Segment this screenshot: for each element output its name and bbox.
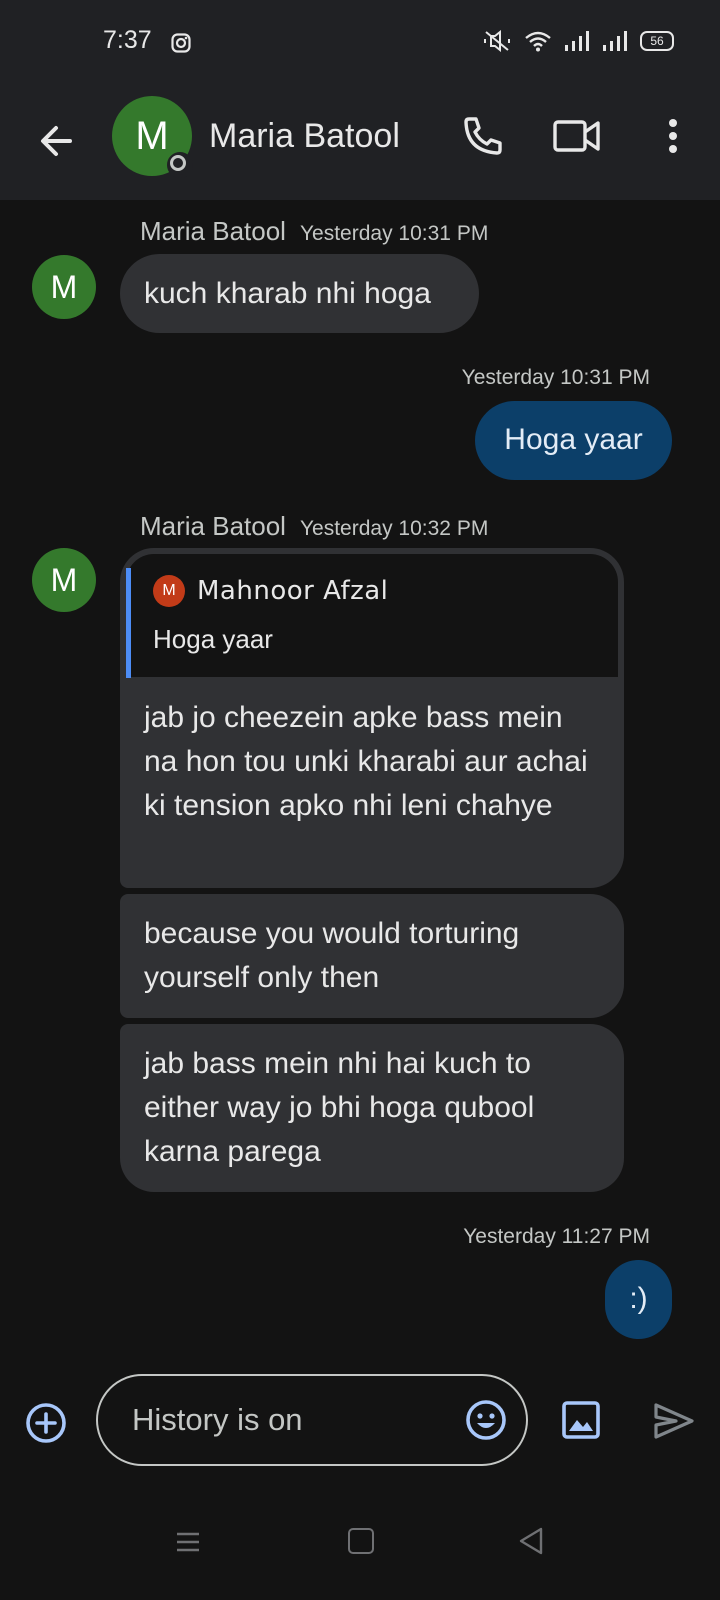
sender-avatar[interactable]: M — [32, 548, 96, 612]
system-nav-bar — [0, 1490, 720, 1600]
message-timestamp: Yesterday 10:31 PM — [461, 366, 650, 389]
back-arrow-icon[interactable] — [34, 118, 80, 164]
quote-bar — [126, 568, 131, 678]
quoted-sender-name: Mahnoor Afzal — [197, 576, 389, 606]
phone-icon[interactable] — [458, 113, 504, 159]
mute-icon — [484, 30, 510, 52]
signal-icon — [565, 31, 589, 51]
video-call-icon[interactable] — [552, 113, 602, 159]
emoji-icon[interactable] — [464, 1398, 508, 1442]
gallery-icon[interactable] — [562, 1401, 600, 1439]
message-text: jab jo cheezein apke bass mein na hon to… — [144, 701, 588, 822]
conversation-header: M Maria Batool — [0, 90, 720, 200]
sender-avatar[interactable]: M — [32, 255, 96, 319]
instagram-icon — [171, 33, 191, 53]
add-circle-icon[interactable] — [24, 1401, 68, 1445]
status-bar: 7:37 56 — [0, 0, 720, 90]
message-input-placeholder: History is on — [132, 1402, 303, 1437]
message-bubble-outgoing[interactable]: Hoga yaar — [475, 401, 672, 480]
presence-indicator — [167, 152, 193, 178]
message-input[interactable]: History is on — [96, 1374, 528, 1466]
battery-icon: 56 — [640, 31, 674, 51]
contact-name[interactable]: Maria Batool — [209, 117, 400, 156]
recents-menu-icon[interactable] — [176, 1530, 200, 1554]
message-bubble-incoming[interactable]: because you would torturing yourself onl… — [120, 894, 624, 1018]
message-sender-line: Maria Batool Yesterday 10:32 PM — [140, 511, 488, 542]
message-bubble-incoming[interactable]: kuch kharab nhi hoga — [120, 254, 479, 333]
message-timestamp: Yesterday 10:32 PM — [299, 517, 489, 540]
signal-icon — [603, 31, 627, 51]
status-time: 7:37 — [103, 26, 152, 54]
quoted-message[interactable]: M Mahnoor Afzal Hoga yaar — [126, 554, 618, 678]
message-bubble-incoming[interactable]: jab bass mein nhi hai kuch to either way… — [120, 1024, 624, 1192]
message-timestamp: Yesterday 10:31 PM — [299, 222, 489, 245]
quoted-sender-avatar: M — [153, 575, 185, 607]
more-vert-icon[interactable] — [650, 113, 696, 159]
message-timestamp: Yesterday 11:27 PM — [463, 1225, 650, 1248]
nav-back-icon[interactable] — [518, 1526, 544, 1556]
message-bubble-incoming-reply[interactable]: M Mahnoor Afzal Hoga yaar jab jo cheezei… — [120, 548, 624, 888]
sender-name: Maria Batool — [140, 511, 286, 541]
sender-name: Maria Batool — [140, 216, 286, 246]
quoted-text: Hoga yaar — [153, 624, 273, 654]
wifi-icon — [525, 31, 551, 52]
message-sender-line: Maria Batool Yesterday 10:31 PM — [140, 216, 488, 247]
send-icon[interactable] — [652, 1401, 696, 1441]
home-icon[interactable] — [348, 1528, 374, 1554]
message-bubble-outgoing[interactable]: :) — [605, 1260, 672, 1339]
composer: History is on — [0, 1370, 720, 1490]
